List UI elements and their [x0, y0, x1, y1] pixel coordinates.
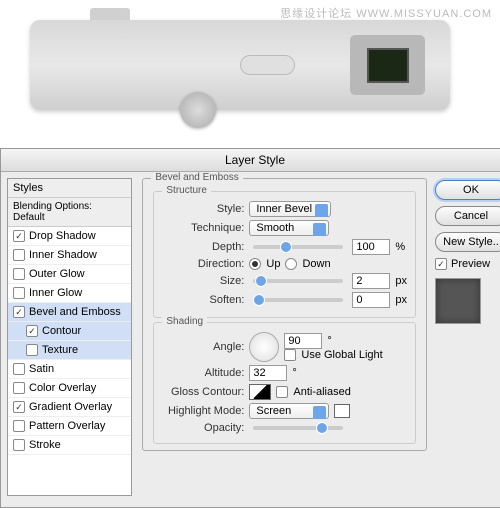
antialiased-label: Anti-aliased	[293, 386, 350, 398]
camera-preview	[0, 0, 500, 140]
panel-title: Bevel and Emboss	[151, 172, 242, 183]
checkbox[interactable]	[13, 420, 25, 432]
blending-options[interactable]: Blending Options: Default	[8, 198, 131, 227]
direction-down-radio[interactable]	[285, 258, 297, 270]
up-label: Up	[266, 258, 280, 270]
depth-label: Depth:	[162, 241, 244, 253]
highlight-mode-select[interactable]: Screen	[249, 403, 329, 419]
watermark: 思缘设计论坛 WWW.MISSYUAN.COM	[280, 5, 492, 21]
ok-button[interactable]: OK	[435, 180, 500, 200]
sidebar-header[interactable]: Styles	[8, 179, 131, 198]
global-light-checkbox[interactable]	[284, 349, 296, 361]
global-light-label: Use Global Light	[301, 349, 382, 361]
size-input[interactable]: 2	[352, 273, 390, 289]
shading-legend: Shading	[162, 316, 207, 327]
size-slider[interactable]	[253, 279, 343, 283]
size-unit: px	[395, 275, 407, 287]
style-item-label: Gradient Overlay	[29, 401, 112, 413]
gloss-contour-picker[interactable]	[249, 384, 271, 400]
style-item-label: Bevel and Emboss	[29, 306, 121, 318]
preview-swatch	[435, 278, 481, 324]
structure-legend: Structure	[162, 185, 211, 196]
style-item-color-overlay[interactable]: Color Overlay	[8, 379, 131, 398]
opacity-label: Opacity:	[162, 422, 244, 434]
style-item-outer-glow[interactable]: Outer Glow	[8, 265, 131, 284]
style-item-label: Inner Shadow	[29, 249, 97, 261]
soften-unit: px	[395, 294, 407, 306]
angle-dial[interactable]	[249, 332, 279, 362]
gloss-contour-label: Gloss Contour:	[162, 386, 244, 398]
depth-unit: %	[395, 241, 405, 253]
checkbox[interactable]	[13, 363, 25, 375]
checkbox[interactable]	[26, 325, 38, 337]
style-item-stroke[interactable]: Stroke	[8, 436, 131, 455]
layer-style-dialog: Layer Style Styles Blending Options: Def…	[0, 148, 500, 508]
dialog-title: Layer Style	[1, 149, 500, 172]
checkbox[interactable]	[13, 306, 25, 318]
cancel-button[interactable]: Cancel	[435, 206, 500, 226]
style-item-label: Outer Glow	[29, 268, 85, 280]
soften-slider[interactable]	[253, 298, 343, 302]
style-select[interactable]: Inner Bevel	[249, 201, 331, 217]
direction-up-radio[interactable]	[249, 258, 261, 270]
style-item-label: Satin	[29, 363, 54, 375]
style-item-label: Inner Glow	[29, 287, 82, 299]
style-item-drop-shadow[interactable]: Drop Shadow	[8, 227, 131, 246]
depth-input[interactable]: 100	[352, 239, 390, 255]
checkbox[interactable]	[26, 344, 38, 356]
antialiased-checkbox[interactable]	[276, 386, 288, 398]
technique-label: Technique:	[162, 222, 244, 234]
style-item-contour[interactable]: Contour	[8, 322, 131, 341]
altitude-input[interactable]: 32	[249, 365, 287, 381]
depth-slider[interactable]	[253, 245, 343, 249]
style-item-label: Contour	[42, 325, 81, 337]
checkbox[interactable]	[13, 401, 25, 413]
altitude-label: Altitude:	[162, 367, 244, 379]
styles-sidebar: Styles Blending Options: Default Drop Sh…	[7, 178, 132, 496]
style-item-inner-glow[interactable]: Inner Glow	[8, 284, 131, 303]
direction-label: Direction:	[162, 258, 244, 270]
soften-label: Soften:	[162, 294, 244, 306]
style-item-label: Texture	[42, 344, 78, 356]
style-item-texture[interactable]: Texture	[8, 341, 131, 360]
style-item-inner-shadow[interactable]: Inner Shadow	[8, 246, 131, 265]
style-item-label: Color Overlay	[29, 382, 96, 394]
down-label: Down	[302, 258, 330, 270]
dialog-buttons: OK Cancel New Style.. Preview	[431, 172, 500, 502]
angle-input[interactable]: 90	[284, 333, 322, 349]
preview-label: Preview	[451, 258, 490, 270]
style-item-bevel-and-emboss[interactable]: Bevel and Emboss	[8, 303, 131, 322]
preview-checkbox[interactable]	[435, 258, 447, 270]
checkbox[interactable]	[13, 249, 25, 261]
checkbox[interactable]	[13, 268, 25, 280]
style-item-gradient-overlay[interactable]: Gradient Overlay	[8, 398, 131, 417]
style-item-pattern-overlay[interactable]: Pattern Overlay	[8, 417, 131, 436]
size-label: Size:	[162, 275, 244, 287]
highlight-mode-label: Highlight Mode:	[162, 405, 244, 417]
checkbox[interactable]	[13, 382, 25, 394]
checkbox[interactable]	[13, 287, 25, 299]
style-item-satin[interactable]: Satin	[8, 360, 131, 379]
new-style-button[interactable]: New Style..	[435, 232, 500, 252]
checkbox[interactable]	[13, 439, 25, 451]
opacity-slider[interactable]	[253, 426, 343, 430]
highlight-color[interactable]	[334, 404, 350, 418]
technique-select[interactable]: Smooth	[249, 220, 329, 236]
angle-label: Angle:	[162, 341, 244, 353]
style-item-label: Pattern Overlay	[29, 420, 105, 432]
checkbox[interactable]	[13, 230, 25, 242]
style-item-label: Drop Shadow	[29, 230, 96, 242]
style-label: Style:	[162, 203, 244, 215]
soften-input[interactable]: 0	[352, 292, 390, 308]
settings-panel: Bevel and Emboss Structure Style: Inner …	[138, 172, 431, 502]
style-item-label: Stroke	[29, 439, 61, 451]
